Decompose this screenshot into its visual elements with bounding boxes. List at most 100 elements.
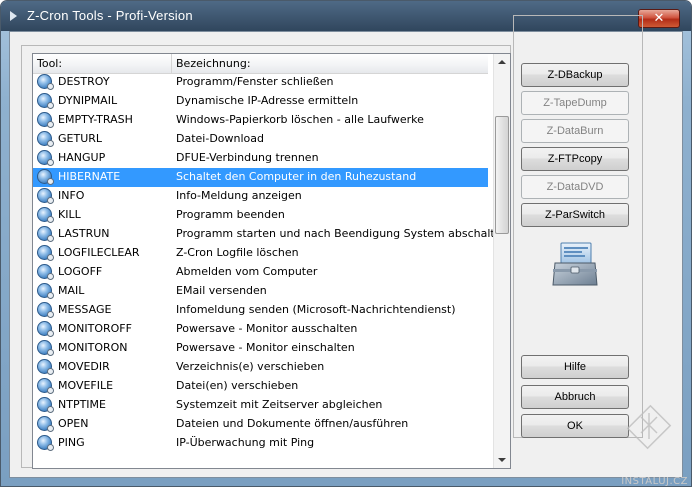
tool-description: Powersave - Monitor einschalten [176, 341, 355, 354]
tool-description: Infomeldung senden (Microsoft-Nachrichte… [176, 303, 456, 316]
zdataburn-button: Z-DataBurn [521, 119, 629, 143]
list-item[interactable]: PING IP-Überwachung mit Ping [33, 434, 488, 453]
list-item[interactable]: HIBERNATE Schaltet den Computer in den Ru… [33, 168, 488, 187]
tool-description: Windows-Papierkorb löschen - alle Laufwe… [176, 113, 424, 126]
list-item[interactable]: LASTRUN Programm starten und nach Beendig… [33, 225, 510, 244]
tool-globe-icon [37, 169, 54, 185]
tool-globe-icon [37, 264, 54, 280]
help-button[interactable]: Hilfe [521, 355, 629, 379]
tool-name: DESTROY [58, 75, 110, 88]
column-header-tool[interactable]: Tool: [33, 54, 172, 73]
zdbackup-button[interactable]: Z-DBackup [521, 63, 629, 87]
list-item[interactable]: LOGOFF Abmelden vom Computer [33, 263, 488, 282]
close-button[interactable]: ✕ [638, 9, 680, 28]
tool-name: NTPTIME [58, 398, 106, 411]
tool-globe-icon [37, 150, 54, 166]
watermark-logo-icon [626, 404, 672, 450]
vertical-scrollbar[interactable] [493, 54, 510, 468]
arrow-down-icon [498, 458, 506, 462]
tool-globe-icon [37, 302, 54, 318]
arrow-up-icon [498, 60, 506, 64]
list-item[interactable]: EMPTY-TRASH Windows-Papierkorb löschen - … [33, 111, 488, 130]
list-header: Tool: Bezeichnung: [33, 54, 488, 74]
tool-name: LOGFILECLEAR [58, 246, 140, 259]
list-item[interactable]: NTPTIME Systemzeit mit Zeitserver abgleic… [33, 396, 488, 415]
tool-name: HANGUP [58, 151, 106, 164]
tool-description: Powersave - Monitor ausschalten [176, 322, 358, 335]
list-item[interactable]: MONITORON Powersave - Monitor einschalten [33, 339, 488, 358]
tool-description: Programm starten und nach Beendigung Sys… [176, 227, 511, 240]
list-item[interactable]: DESTROY Programm/Fenster schließen [33, 73, 488, 92]
tool-description: IP-Überwachung mit Ping [176, 436, 315, 449]
tool-globe-icon [37, 188, 54, 204]
tool-globe-icon [37, 416, 54, 432]
tool-globe-icon [37, 74, 54, 90]
list-item[interactable]: MONITOROFF Powersave - Monitor ausschalte… [33, 320, 488, 339]
list-item[interactable]: DYNIPMAIL Dynamische IP-Adresse ermitteln [33, 92, 488, 111]
list-rows: DESTROY Programm/Fenster schließen DYNIPMA… [33, 73, 510, 453]
list-item[interactable]: HANGUP DFUE-Verbindung trennen [33, 149, 488, 168]
tool-description: Schaltet den Computer in den Ruhezustand [176, 170, 417, 183]
tool-name: MOVEDIR [58, 360, 110, 373]
list-item[interactable]: KILL Programm beenden [33, 206, 488, 225]
toolbox-icon [552, 242, 598, 286]
zftpcopy-button[interactable]: Z-FTPcopy [521, 147, 629, 171]
tool-name: HIBERNATE [58, 170, 121, 183]
tool-description: DFUE-Verbindung trennen [176, 151, 319, 164]
tool-globe-icon [37, 435, 54, 451]
window-title: Z-Cron Tools - Profi-Version [27, 8, 193, 23]
tool-description: Datei(en) verschieben [176, 379, 299, 392]
scroll-up-button[interactable] [494, 54, 510, 70]
tool-globe-icon [37, 321, 54, 337]
tool-description: Programm beenden [176, 208, 285, 221]
list-item[interactable]: MOVEFILE Datei(en) verschieben [33, 377, 488, 396]
zdatadvd-button: Z-DataDVD [521, 175, 629, 199]
tool-name: EMPTY-TRASH [58, 113, 133, 126]
tool-description: Dynamische IP-Adresse ermitteln [176, 94, 359, 107]
column-header-description[interactable]: Bezeichnung: [172, 54, 488, 73]
tool-globe-icon [37, 340, 54, 356]
tool-globe-icon [37, 112, 54, 128]
tool-globe-icon [37, 131, 54, 147]
tool-name: MOVEFILE [58, 379, 114, 392]
tool-globe-icon [37, 93, 54, 109]
tool-name: PING [58, 436, 85, 449]
tool-globe-icon [37, 207, 54, 223]
tool-name: MONITOROFF [58, 322, 132, 335]
tool-description: Dateien und Dokumente öffnen/ausführen [176, 417, 409, 430]
watermark-text: INSTALUJ.CZ [621, 476, 688, 487]
list-item[interactable]: MAIL EMail versenden [33, 282, 488, 301]
list-item[interactable]: INFO Info-Meldung anzeigen [33, 187, 488, 206]
tool-name: GETURL [58, 132, 103, 145]
tool-name: INFO [58, 189, 85, 202]
tool-name: DYNIPMAIL [58, 94, 118, 107]
tool-globe-icon [37, 378, 54, 394]
tool-name: LASTRUN [58, 227, 110, 240]
list-item[interactable]: OPEN Dateien und Dokumente öffnen/ausführ… [33, 415, 488, 434]
list-item[interactable]: MOVEDIR Verzeichnis(e) verschieben [33, 358, 488, 377]
tool-description: Abmelden vom Computer [176, 265, 318, 278]
tool-description: Z-Cron Logfile löschen [176, 246, 299, 259]
tool-name: LOGOFF [58, 265, 103, 278]
tool-description: Info-Meldung anzeigen [176, 189, 302, 202]
tool-description: EMail versenden [176, 284, 267, 297]
zparswitch-button[interactable]: Z-ParSwitch [521, 203, 629, 227]
tool-name: MAIL [58, 284, 85, 297]
list-item[interactable]: GETURL Datei-Download [33, 130, 488, 149]
tool-description: Programm/Fenster schließen [176, 75, 334, 88]
tool-globe-icon [37, 397, 54, 413]
scroll-thumb[interactable] [495, 116, 509, 234]
ztapedump-button: Z-TapeDump [521, 91, 629, 115]
tool-list[interactable]: Tool: Bezeichnung: DESTROY Programm/Fenst… [32, 53, 511, 469]
tool-name: KILL [58, 208, 81, 221]
tool-name: OPEN [58, 417, 89, 430]
tool-name: MONITORON [58, 341, 128, 354]
list-item[interactable]: MESSAGE Infomeldung senden (Microsoft-Nac… [33, 301, 488, 320]
tool-globe-icon [37, 359, 54, 375]
system-menu-icon[interactable] [10, 11, 17, 21]
tool-globe-icon [37, 283, 54, 299]
scroll-down-button[interactable] [494, 452, 510, 468]
tool-name: MESSAGE [58, 303, 112, 316]
list-item[interactable]: LOGFILECLEAR Z-Cron Logfile löschen [33, 244, 488, 263]
tool-description: Verzeichnis(e) verschieben [176, 360, 325, 373]
